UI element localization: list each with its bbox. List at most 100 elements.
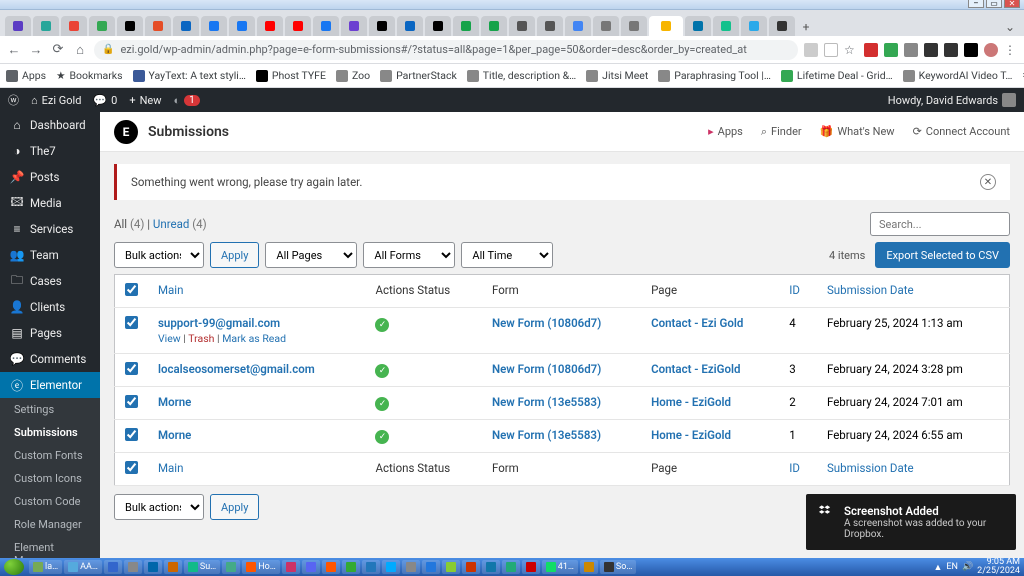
browser-tab[interactable] [229, 16, 255, 36]
row-form-link[interactable]: New Form (10806d7) [492, 316, 601, 330]
taskbar-app[interactable]: So… [600, 560, 637, 574]
row-form-link[interactable]: New Form (10806d7) [492, 362, 601, 376]
sidebar-item-team[interactable]: 👥Team [0, 242, 100, 268]
window-close[interactable]: ✕ [1004, 0, 1020, 8]
sidebar-item-comments[interactable]: 💬Comments [0, 346, 100, 372]
taskbar-app[interactable] [422, 560, 440, 574]
bookmark-item[interactable]: Jitsi Meet [586, 69, 648, 82]
ext-icon[interactable] [924, 43, 938, 57]
taskbar-app[interactable] [502, 560, 520, 574]
header-link-finder[interactable]: ⌕Finder [761, 125, 802, 139]
sidebar-item-posts[interactable]: 📌Posts [0, 164, 100, 190]
filter-all[interactable]: All (4) [114, 217, 144, 231]
header-link-apps[interactable]: ▸Apps [708, 125, 743, 139]
header-link-connect[interactable]: ⟳Connect Account [913, 125, 1010, 139]
row-action-trash[interactable]: Trash [188, 332, 214, 345]
browser-tab[interactable] [61, 16, 87, 36]
taskbar-app[interactable] [104, 560, 122, 574]
row-action-view[interactable]: View [158, 332, 181, 345]
browser-tab[interactable] [397, 16, 423, 36]
bulk-actions-select[interactable]: Bulk actions [114, 242, 204, 268]
filter-forms[interactable]: All Forms [363, 242, 455, 268]
sidebar-sub-custom-code[interactable]: Custom Code [0, 490, 100, 513]
browser-tab[interactable] [713, 16, 739, 36]
browser-tab[interactable] [257, 16, 283, 36]
taskbar-app[interactable] [402, 560, 420, 574]
taskbar-app[interactable]: 41… [542, 560, 578, 574]
browser-tab[interactable] [285, 16, 311, 36]
wp-logo[interactable]: ⓦ [8, 92, 19, 108]
apply-button[interactable]: Apply [210, 242, 259, 268]
col-main[interactable]: Main [148, 275, 365, 308]
browser-tab[interactable] [341, 16, 367, 36]
url-input[interactable]: 🔒 ezi.gold/wp-admin/admin.php?page=e-for… [94, 40, 798, 60]
sidebar-sub-custom-icons[interactable]: Custom Icons [0, 467, 100, 490]
sidebar-item-dashboard[interactable]: ⌂Dashboard [0, 112, 100, 138]
row-form-link[interactable]: New Form (13e5583) [492, 428, 601, 442]
col-date[interactable]: Submission Date [817, 453, 1010, 486]
taskbar-app[interactable]: la… [29, 560, 62, 574]
bookmark-item[interactable]: Lifetime Deal - Grid… [781, 69, 893, 82]
sidebar-item-clients[interactable]: 👤Clients [0, 294, 100, 320]
taskbar-app[interactable]: Su… [184, 560, 220, 574]
forward-button[interactable]: → [28, 42, 44, 58]
taskbar-app[interactable] [522, 560, 540, 574]
browser-tab[interactable] [369, 16, 395, 36]
sidebar-item-services[interactable]: ≡Services [0, 216, 100, 242]
bookmark-item[interactable]: ★ Bookmarks [56, 69, 122, 82]
star-icon[interactable]: ☆ [844, 43, 858, 57]
taskbar-app[interactable] [442, 560, 460, 574]
row-page-link[interactable]: Home - EziGold [651, 428, 731, 442]
bookmark-item[interactable]: KeywordAI Video T… [903, 69, 1013, 82]
bookmark-item[interactable]: Phost TYFE [256, 69, 326, 82]
col-main[interactable]: Main [148, 453, 365, 486]
browser-tab[interactable] [117, 16, 143, 36]
ext-icon[interactable] [804, 43, 818, 57]
browser-tab[interactable] [769, 16, 795, 36]
browser-tab[interactable] [593, 16, 619, 36]
filter-unread[interactable]: Unread (4) [153, 217, 207, 231]
apps-shortcut[interactable]: Apps [6, 69, 46, 82]
row-action-mark[interactable]: Mark as Read [222, 332, 286, 345]
taskbar-app[interactable] [362, 560, 380, 574]
share-icon[interactable] [824, 43, 838, 57]
sidebar-sub-role-manager[interactable]: Role Manager [0, 513, 100, 536]
bookmark-item[interactable]: YayText: A text styli… [133, 69, 246, 82]
row-page-link[interactable]: Contact - EziGold [651, 362, 740, 376]
row-main-link[interactable]: Morne [158, 428, 191, 442]
taskbar-app[interactable] [382, 560, 400, 574]
col-id[interactable]: ID [779, 453, 817, 486]
browser-tab[interactable] [565, 16, 591, 36]
yoast-indicator[interactable]: ◐ 1 [174, 94, 200, 107]
sidebar-sub-settings[interactable]: Settings [0, 398, 100, 421]
browser-tab[interactable] [33, 16, 59, 36]
taskbar-app[interactable] [164, 560, 182, 574]
avatar[interactable] [984, 43, 998, 57]
ext-icon[interactable] [964, 43, 978, 57]
taskbar-app[interactable] [322, 560, 340, 574]
browser-tab[interactable] [453, 16, 479, 36]
taskbar-app[interactable] [482, 560, 500, 574]
row-main-link[interactable]: localseosomerset@gmail.com [158, 362, 315, 376]
menu-icon[interactable]: ⋮ [1004, 43, 1018, 57]
back-button[interactable]: ← [6, 42, 22, 58]
reload-button[interactable]: ⟳ [50, 42, 66, 58]
row-page-link[interactable]: Contact - Ezi Gold [651, 316, 743, 330]
apply-button-bottom[interactable]: Apply [210, 494, 259, 520]
sidebar-sub-custom-fonts[interactable]: Custom Fonts [0, 444, 100, 467]
row-form-link[interactable]: New Form (13e5583) [492, 395, 601, 409]
browser-tab-active[interactable] [649, 16, 683, 36]
browser-tab[interactable] [741, 16, 767, 36]
browser-tab[interactable] [621, 16, 647, 36]
taskbar-app[interactable] [222, 560, 240, 574]
dropbox-toast[interactable]: Screenshot Added A screenshot was added … [806, 494, 1016, 550]
taskbar-app[interactable] [462, 560, 480, 574]
browser-tab[interactable] [685, 16, 711, 36]
browser-tab[interactable] [425, 16, 451, 36]
filter-pages[interactable]: All Pages [265, 242, 357, 268]
header-link-whatsnew[interactable]: 🎁What's New [820, 125, 895, 139]
ext-icon[interactable] [944, 43, 958, 57]
sidebar-sub-submissions[interactable]: Submissions [0, 421, 100, 444]
filter-time[interactable]: All Time [461, 242, 553, 268]
taskbar-app[interactable] [302, 560, 320, 574]
